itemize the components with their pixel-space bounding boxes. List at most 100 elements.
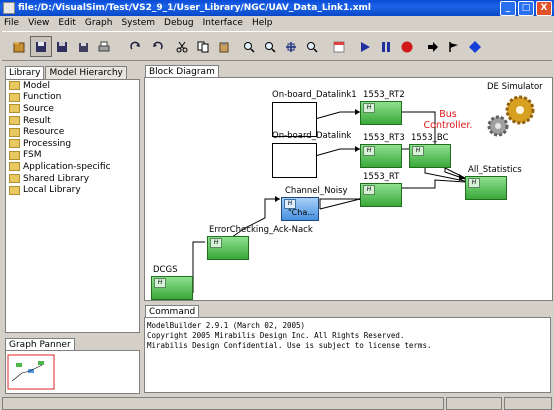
- menu-file[interactable]: File: [4, 18, 19, 28]
- menu-system[interactable]: System: [121, 18, 155, 28]
- library-item[interactable]: Model: [6, 80, 139, 92]
- library-item[interactable]: Application-specific: [6, 161, 139, 173]
- print-icon[interactable]: [93, 36, 115, 57]
- library-item-label: Local Library: [23, 185, 81, 196]
- hierarchy-icon: H: [363, 146, 375, 156]
- undo-icon[interactable]: [146, 36, 168, 57]
- save-icon[interactable]: [30, 36, 52, 57]
- library-item[interactable]: Shared Library: [6, 173, 139, 185]
- console-line: Mirabilis Design Confidential. Use is su…: [147, 341, 432, 350]
- library-panel: Model Function Source Result Resource Pr…: [5, 79, 140, 333]
- library-item-label: FSM: [23, 150, 42, 161]
- app-icon: [3, 2, 15, 14]
- run-icon[interactable]: [354, 36, 376, 57]
- label-errorchecking: ErrorChecking_Ack-Nack: [209, 225, 313, 235]
- library-item-label: Function: [23, 92, 62, 103]
- zoom-out-icon[interactable]: [301, 36, 323, 57]
- menu-graph[interactable]: Graph: [85, 18, 113, 28]
- folder-icon: [9, 139, 20, 149]
- hierarchy-icon: H: [468, 178, 480, 188]
- block-errorchecking[interactable]: H: [207, 236, 249, 260]
- library-item[interactable]: Result: [6, 115, 139, 127]
- menu-edit[interactable]: Edit: [58, 18, 75, 28]
- label-bus-controller: Bus Controller.: [423, 109, 473, 131]
- minimize-button[interactable]: _: [500, 1, 516, 16]
- block-channel-noisy[interactable]: H "Cha...: [281, 197, 319, 221]
- stop-icon[interactable]: [396, 36, 418, 57]
- close-button[interactable]: X: [536, 1, 552, 16]
- label-all-statistics: All_Statistics: [468, 165, 522, 175]
- status-field-tertiary: [504, 397, 552, 410]
- library-item[interactable]: Resource: [6, 126, 139, 138]
- left-tabs: Library Model Hierarchy: [5, 66, 128, 79]
- diamond-icon[interactable]: [464, 36, 486, 57]
- hierarchy-icon: H: [154, 278, 166, 288]
- maximize-button[interactable]: □: [518, 1, 534, 16]
- label-dcgs: DCGS: [153, 265, 178, 275]
- folder-icon: [9, 185, 20, 195]
- label-channel-noisy: Channel_Noisy: [285, 186, 348, 196]
- redo-icon[interactable]: [125, 36, 147, 57]
- block-dcgs[interactable]: H: [151, 276, 193, 300]
- flag-icon[interactable]: [443, 36, 465, 57]
- label-1553-rt2: 1553_RT2: [363, 90, 405, 100]
- block-1553-rt2[interactable]: H: [360, 101, 402, 125]
- library-item[interactable]: FSM: [6, 150, 139, 162]
- zoom-fit-icon[interactable]: [280, 36, 302, 57]
- library-item[interactable]: Processing: [6, 138, 139, 150]
- step-icon[interactable]: [422, 36, 444, 57]
- hierarchy-icon: H: [363, 103, 375, 113]
- label-onboard-datalink: On-board_Datalink: [272, 131, 352, 141]
- library-item[interactable]: Function: [6, 92, 139, 104]
- save-as-icon[interactable]: [51, 36, 73, 57]
- save-all-icon[interactable]: [72, 36, 94, 57]
- folder-icon: [9, 162, 20, 172]
- folder-icon: [9, 116, 20, 126]
- tab-library[interactable]: Library: [5, 66, 45, 79]
- library-item-label: Result: [23, 115, 51, 126]
- label-de-simulator: DE Simulator: [487, 82, 543, 92]
- library-item[interactable]: Source: [6, 103, 139, 115]
- gears-icon[interactable]: [482, 92, 542, 138]
- library-item-label: Resource: [23, 127, 65, 138]
- menu-view[interactable]: View: [28, 18, 49, 28]
- zoom-reset-icon[interactable]: [259, 36, 281, 57]
- title-bar: file:/D:/VisualSim/Test/VS2_9_1/User_Lib…: [0, 0, 554, 16]
- library-item[interactable]: Local Library: [6, 184, 139, 196]
- menu-debug[interactable]: Debug: [164, 18, 194, 28]
- folder-icon: [9, 92, 20, 102]
- menu-bar: File View Edit Graph System Debug Interf…: [0, 16, 554, 29]
- calendar-icon[interactable]: [328, 36, 350, 57]
- tab-model-hierarchy[interactable]: Model Hierarchy: [45, 66, 127, 79]
- paste-icon[interactable]: [213, 36, 235, 57]
- block-all-statistics[interactable]: H: [465, 176, 507, 200]
- block-1553-rt3[interactable]: H: [360, 144, 402, 168]
- copy-icon[interactable]: [192, 36, 214, 57]
- toolbar: [2, 31, 552, 61]
- status-field-main: [2, 397, 444, 410]
- label-1553-rt: 1553_RT: [363, 172, 400, 182]
- block-diagram-canvas[interactable]: On-board_Datalink1 On-board_Datalink 155…: [144, 77, 553, 301]
- label-onboard-datalink1: On-board_Datalink1: [272, 90, 357, 100]
- graph-panner-preview: [7, 354, 55, 390]
- library-item-label: Processing: [23, 138, 72, 149]
- folder-icon: [9, 104, 20, 114]
- window-controls: _ □ X: [500, 1, 552, 16]
- window-title: file:/D:/VisualSim/Test/VS2_9_1/User_Lib…: [18, 3, 371, 13]
- library-item-label: Model: [23, 80, 51, 91]
- datalink-box[interactable]: [272, 143, 317, 178]
- block-1553-rt[interactable]: H: [360, 183, 402, 207]
- folder-icon: [9, 127, 20, 137]
- block-1553-bc[interactable]: H: [409, 144, 451, 168]
- menu-help[interactable]: Help: [252, 18, 273, 28]
- folder-icon: [9, 150, 20, 160]
- library-item-label: Source: [23, 103, 54, 114]
- new-icon[interactable]: [8, 36, 30, 57]
- graph-panner[interactable]: [5, 350, 140, 394]
- menu-interface[interactable]: Interface: [203, 18, 243, 28]
- label-1553-bc: 1553_BC: [411, 133, 449, 143]
- pause-icon[interactable]: [375, 36, 397, 57]
- command-console[interactable]: ModelBuilder 2.9.1 (March 02, 2005) Copy…: [144, 317, 551, 393]
- zoom-in-icon[interactable]: [238, 36, 260, 57]
- cut-icon[interactable]: [171, 36, 193, 57]
